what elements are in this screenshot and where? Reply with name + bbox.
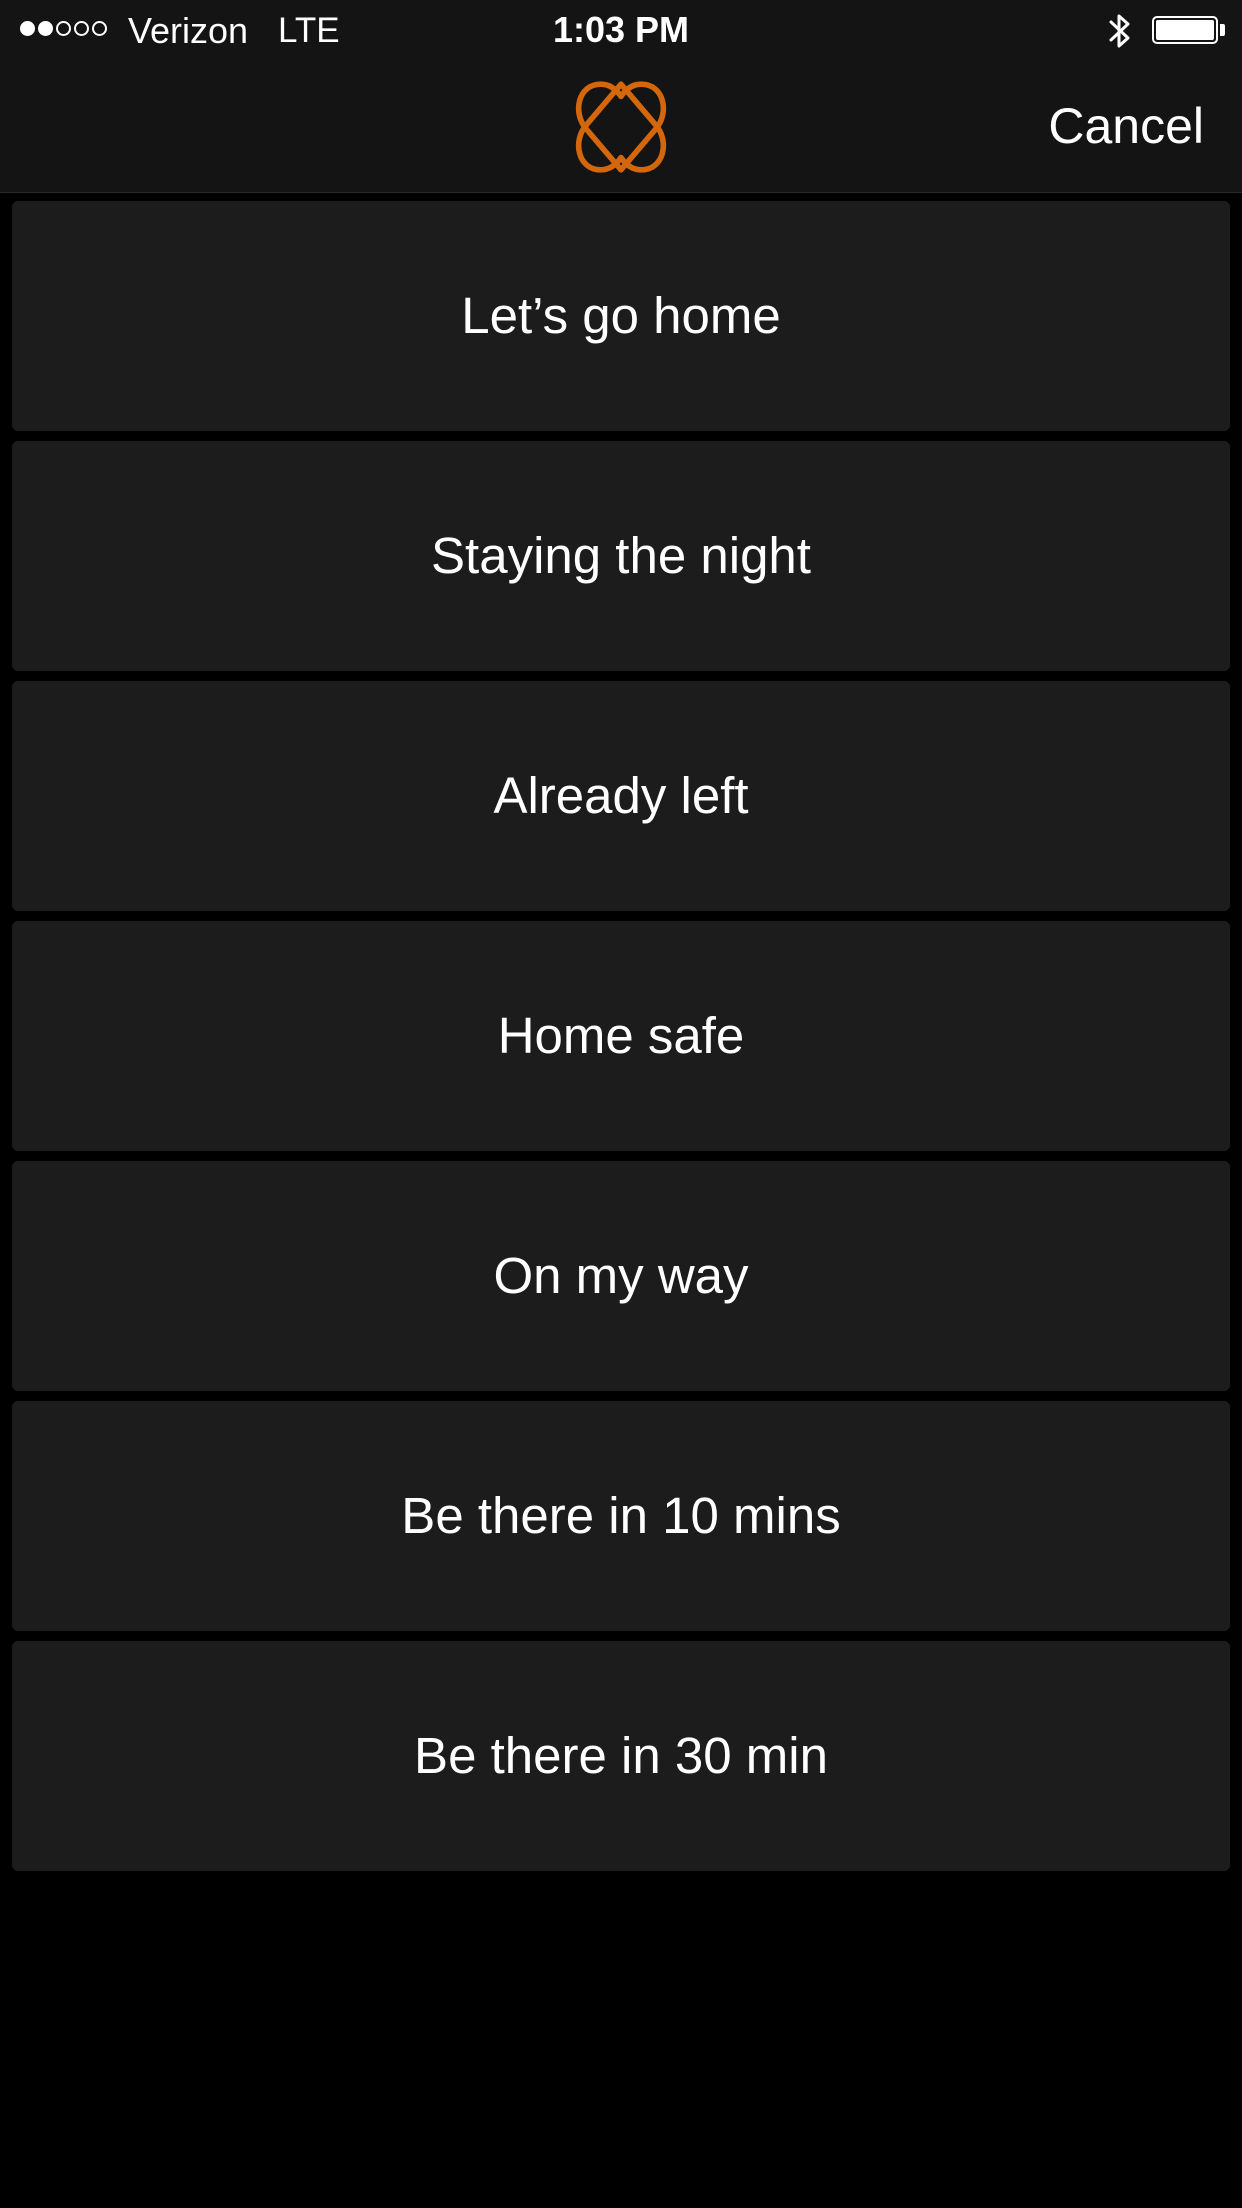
quick-reply-option[interactable]: Home safe: [12, 921, 1230, 1151]
status-time: 1:03 PM: [552, 9, 690, 50]
option-label: Let’s go home: [461, 287, 781, 344]
quick-reply-list: Let’s go home Staying the night Already …: [12, 201, 1230, 1881]
quick-reply-option[interactable]: Let’s go home: [12, 201, 1230, 431]
app-logo-icon: [575, 81, 667, 173]
option-label: Be there in 30 min: [414, 1727, 828, 1784]
option-label: Be there in 10 mins: [401, 1487, 841, 1544]
quick-reply-option[interactable]: Staying the night: [12, 441, 1230, 671]
bluetooth-icon: [1109, 14, 1130, 48]
quick-reply-option[interactable]: On my way: [12, 1161, 1230, 1391]
cancel-button[interactable]: Cancel: [1048, 96, 1204, 156]
status-bar: Verizon LTE 1:03 PM: [0, 0, 1242, 62]
battery-tip: [1220, 24, 1225, 36]
quick-reply-option[interactable]: Be there in 30 min: [12, 1641, 1230, 1871]
option-label: Home safe: [497, 1007, 745, 1064]
option-label: Already left: [493, 767, 749, 824]
option-label: Staying the night: [431, 527, 811, 584]
option-label: On my way: [493, 1247, 749, 1304]
quick-reply-option[interactable]: Already left: [12, 681, 1230, 911]
nav-bar: Cancel: [0, 62, 1242, 193]
quick-reply-option[interactable]: Be there in 10 mins: [12, 1401, 1230, 1631]
battery-icon: [1152, 16, 1218, 44]
battery-level: [1156, 20, 1214, 40]
